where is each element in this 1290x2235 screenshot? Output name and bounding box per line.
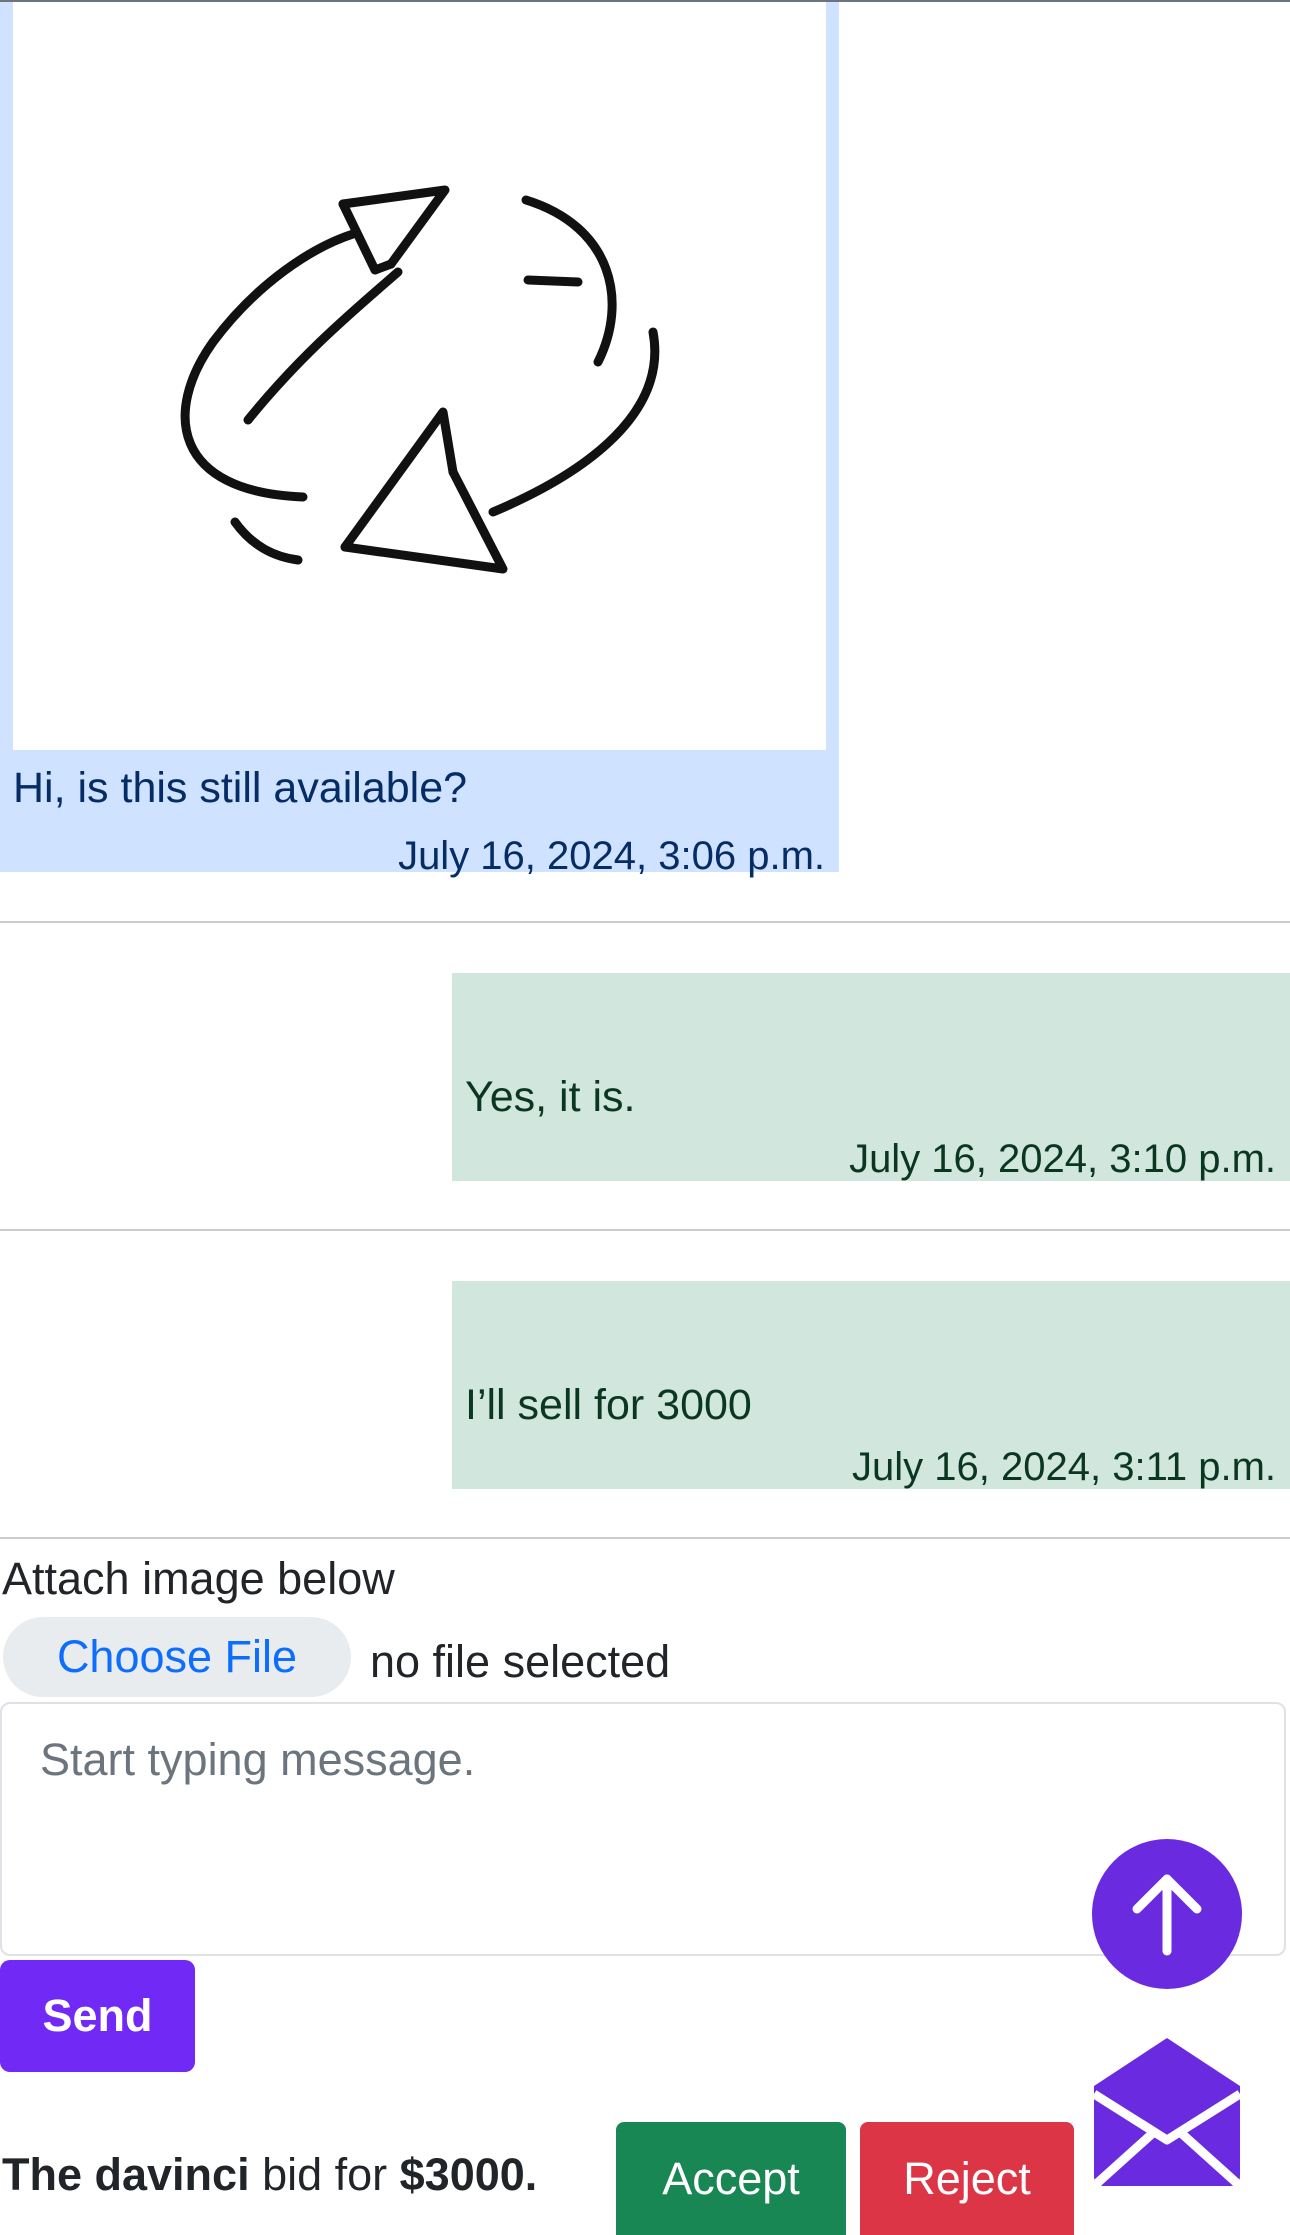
refresh-arrows-icon [180, 185, 660, 574]
message-attachment-image[interactable] [13, 2, 826, 750]
message-text: I’ll sell for 3000 [465, 1381, 752, 1429]
message-text: Hi, is this still available? [13, 764, 468, 812]
arrow-up-icon [1132, 1874, 1202, 1956]
attach-image-label: Attach image below [2, 1553, 395, 1604]
reject-bid-button[interactable]: Reject [860, 2122, 1074, 2235]
scroll-to-top-button[interactable] [1092, 1839, 1242, 1989]
envelope-open-icon [1090, 2038, 1244, 2190]
message-divider [0, 1229, 1290, 1231]
bid-middle-text: bid for [249, 2149, 400, 2200]
message-divider [0, 1537, 1290, 1539]
bidder-name: The davinci [2, 2149, 250, 2200]
message-bubble-received: Yes, it is. July 16, 2024, 3:10 p.m. [452, 973, 1290, 1181]
message-text: Yes, it is. [465, 1073, 636, 1121]
messages-envelope-button[interactable] [1090, 2036, 1244, 2190]
message-timestamp: July 16, 2024, 3:06 p.m. [398, 834, 825, 878]
file-status-text: no file selected [370, 1636, 671, 1687]
message-divider [0, 921, 1290, 923]
send-button[interactable]: Send [0, 1960, 195, 2072]
choose-file-button[interactable]: Choose File [3, 1617, 351, 1697]
message-bubble-sent: Hi, is this still available? July 16, 20… [0, 2, 839, 876]
accept-bid-button[interactable]: Accept [616, 2122, 846, 2235]
message-timestamp: July 16, 2024, 3:10 p.m. [849, 1137, 1276, 1181]
bid-amount: $3000. [399, 2149, 538, 2200]
bid-summary: The davinci bid for $3000. [2, 2152, 537, 2197]
message-bubble-received: I’ll sell for 3000 July 16, 2024, 3:11 p… [452, 1281, 1290, 1489]
message-timestamp: July 16, 2024, 3:11 p.m. [852, 1445, 1276, 1489]
